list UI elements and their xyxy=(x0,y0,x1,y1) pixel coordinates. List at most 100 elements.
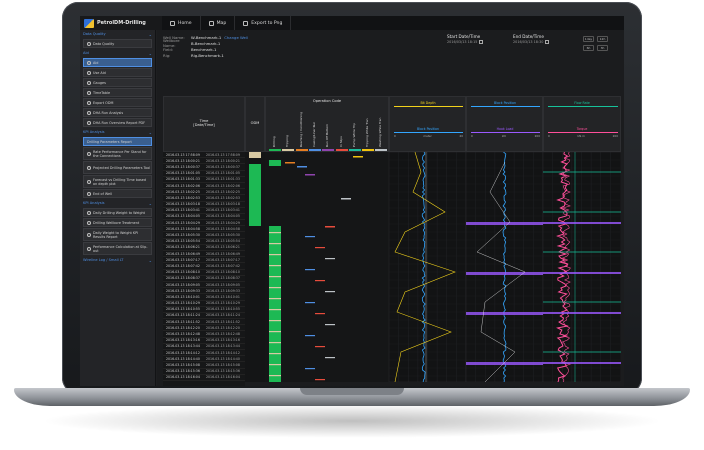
main-content: Well Name: W-Benchmark-1 Change Well Wellb… xyxy=(157,30,624,386)
row-end-time: 2016-03-13 18:15:36 xyxy=(206,369,240,374)
sidebar-item-drilling-parameters-report[interactable]: Drilling Parameters Report xyxy=(83,137,152,146)
sidebar-item-dha-run-report[interactable]: DHA Run Overview Report PDF xyxy=(83,118,152,127)
laptop-notch xyxy=(300,388,404,395)
map-button[interactable]: Map xyxy=(201,16,236,30)
sidebar-item-gauges[interactable]: Gauges xyxy=(83,78,152,87)
sidebar-item-dha-run-analysis[interactable]: DHA Run Analysis xyxy=(83,108,152,117)
row-start-time: 2016-03-13 18:05:54 xyxy=(166,239,200,244)
row-start-time: 2016-03-13 18:14:12 xyxy=(166,350,200,355)
track1-header: Bit Depth Block Position 0 meter 40 xyxy=(389,96,466,152)
sidebar-item-daily-drilling-weight[interactable]: Daily Drilling Weight to Weight xyxy=(83,208,152,217)
well-name-value: W-Benchmark-1 xyxy=(191,34,222,40)
section-kpi-analysis-2[interactable]: KPI Analysis ⌄ xyxy=(80,199,155,207)
sidebar-item-export-odm[interactable]: Export ODM xyxy=(83,98,152,107)
sidebar-item-performance-calculation[interactable]: Performance Calculation at Slip-out xyxy=(83,242,152,255)
table-icon xyxy=(87,90,91,95)
sidebar-item-timetable[interactable]: TimeTable xyxy=(83,88,152,97)
odm-block xyxy=(249,152,261,158)
operation-code-swatch xyxy=(335,149,348,151)
row-start-time: 2016-03-13 18:09:33 xyxy=(166,288,200,293)
operation-segment xyxy=(305,236,315,238)
sidebar-item-label: End of Well xyxy=(93,191,112,196)
row-start-time: 2016-03-13 18:12:20 xyxy=(166,325,200,330)
range-12h-button[interactable]: 12h xyxy=(597,36,608,42)
operation-code-5: In Slips xyxy=(338,136,343,147)
rig-label: Rig: xyxy=(163,52,171,58)
row-start-time: 2016-03-13 18:06:49 xyxy=(166,251,200,256)
row-end-time: 2016-03-13 18:13:16 xyxy=(206,338,240,343)
sidebar-item-forecast-vs-drilling[interactable]: Forecast vs Drilling Time based on depth… xyxy=(83,175,152,188)
operation-segment xyxy=(305,368,315,370)
track1-top-line xyxy=(394,106,463,107)
row-end-time: 2016-03-13 18:14:40 xyxy=(206,356,240,361)
change-well-link[interactable]: Change Well xyxy=(224,35,248,40)
export-png-button[interactable]: Export to Png xyxy=(235,16,292,30)
row-start-time: 2016-03-13 18:05:30 xyxy=(166,233,200,238)
row-start-time: 2016-03-13 18:13:16 xyxy=(166,338,200,343)
operation-segment xyxy=(269,309,281,311)
row-end-time: 2016-03-13 18:07:17 xyxy=(206,257,240,262)
sidebar-item-label: Data Quality xyxy=(93,41,115,46)
sidebar-item-data-quality[interactable]: Data Quality xyxy=(83,39,152,48)
operation-segment xyxy=(269,287,281,289)
row-start-time: 2016-03-13 18:04:05 xyxy=(166,214,200,219)
operation-segment xyxy=(325,324,335,326)
track1-bottom-label: Block Position xyxy=(416,127,440,131)
operation-segment xyxy=(269,364,281,366)
sidebar-item-label: Daily Weight to Weight KPI Results Repor… xyxy=(93,230,139,239)
section-aid[interactable]: Aid ⌄ xyxy=(80,49,155,57)
section-data-quality[interactable]: Data Quality ⌄ xyxy=(80,30,155,38)
laptop-shadow xyxy=(40,404,664,438)
home-button[interactable]: Home xyxy=(162,16,201,30)
operation-code-swatch xyxy=(348,149,361,151)
calendar-icon[interactable] xyxy=(479,40,484,44)
end-date-value[interactable]: 2016/03/13 18:30 xyxy=(513,40,543,44)
row-end-time: 2016-03-13 18:07:42 xyxy=(206,263,240,268)
row-end-time: 2016-03-13 18:04:29 xyxy=(206,220,240,225)
row-end-time: 2016-03-13 18:04:05 xyxy=(206,214,240,219)
sidebar-item-projected-drilling[interactable]: Projected Drilling Parameters Tool xyxy=(83,161,152,174)
start-date-title: Start Date/Time xyxy=(447,34,481,39)
sidebar-item-label: Projected Drilling Parameters Tool xyxy=(93,165,151,170)
row-end-time: 2016-03-13 18:06:49 xyxy=(206,251,240,256)
chart-icon xyxy=(87,232,91,237)
sidebar-item-end-of-well[interactable]: End of Well xyxy=(83,189,152,198)
operation-segment xyxy=(325,357,335,359)
track3-top-label: Flow Rate xyxy=(574,101,590,105)
calendar-icon[interactable] xyxy=(545,40,550,44)
range-max: 40 xyxy=(459,134,463,138)
sidebar-item-daily-weight-kpi[interactable]: Daily Weight to Weight KPI Results Repor… xyxy=(83,228,152,241)
analysis-icon xyxy=(87,110,91,115)
row-start-time: 2016-03-13 18:12:48 xyxy=(166,332,200,337)
range-3h-button[interactable]: 3h xyxy=(597,45,608,51)
section-kpi-analysis[interactable]: KPI Analysis ⌄ xyxy=(80,128,155,136)
table-row[interactable]: 2016-03-13 18:16:04 2016-03-13 18:16:04 xyxy=(163,375,245,381)
gauge-icon xyxy=(87,80,91,85)
export-icon xyxy=(243,20,249,26)
row-start-time: 2016-03-13 18:03:18 xyxy=(166,202,200,207)
section-wireline-log[interactable]: Wireline Log / Small LT ⌄ xyxy=(80,256,155,264)
chart-icon xyxy=(87,165,91,170)
report-icon xyxy=(87,120,91,125)
operation-segment xyxy=(285,162,295,164)
start-date-value[interactable]: 2016/03/13 18:15 xyxy=(447,40,477,44)
row-end-time: 2016-03-13 18:11:24 xyxy=(206,313,240,318)
sidebar-item-aid[interactable]: Aid xyxy=(83,58,152,67)
sidebar-item-rate-performance[interactable]: Rate Performance Per Stand for the Conne… xyxy=(83,147,152,160)
track2-top-line xyxy=(471,106,540,107)
sidebar-item-label: Gauges xyxy=(93,80,106,85)
time-header-label: Time [Date/Time] xyxy=(193,119,215,127)
row-end-time: 2016-03-13 18:09:05 xyxy=(206,282,240,287)
range-1day-button[interactable]: 1day xyxy=(583,36,594,42)
operation-segment xyxy=(269,265,281,267)
sidebar-item-drilling-wellbore-treatment[interactable]: Drilling Wellbore Treatment xyxy=(83,218,152,227)
row-end-time: 2016-03-13 18:02:06 xyxy=(206,183,240,188)
row-end-time: 2016-03-13 18:08:37 xyxy=(206,276,240,281)
operation-segment xyxy=(315,379,325,381)
row-start-time: 2016-03-13 18:07:42 xyxy=(166,263,200,268)
operation-code-3: Casing/Liner Run xyxy=(311,121,316,147)
operation-segment xyxy=(315,280,325,282)
range-6h-button[interactable]: 6h xyxy=(583,45,594,51)
row-start-time: 2016-03-13 18:11:24 xyxy=(166,313,200,318)
sidebar-item-use-aid[interactable]: Use Aid xyxy=(83,68,152,77)
